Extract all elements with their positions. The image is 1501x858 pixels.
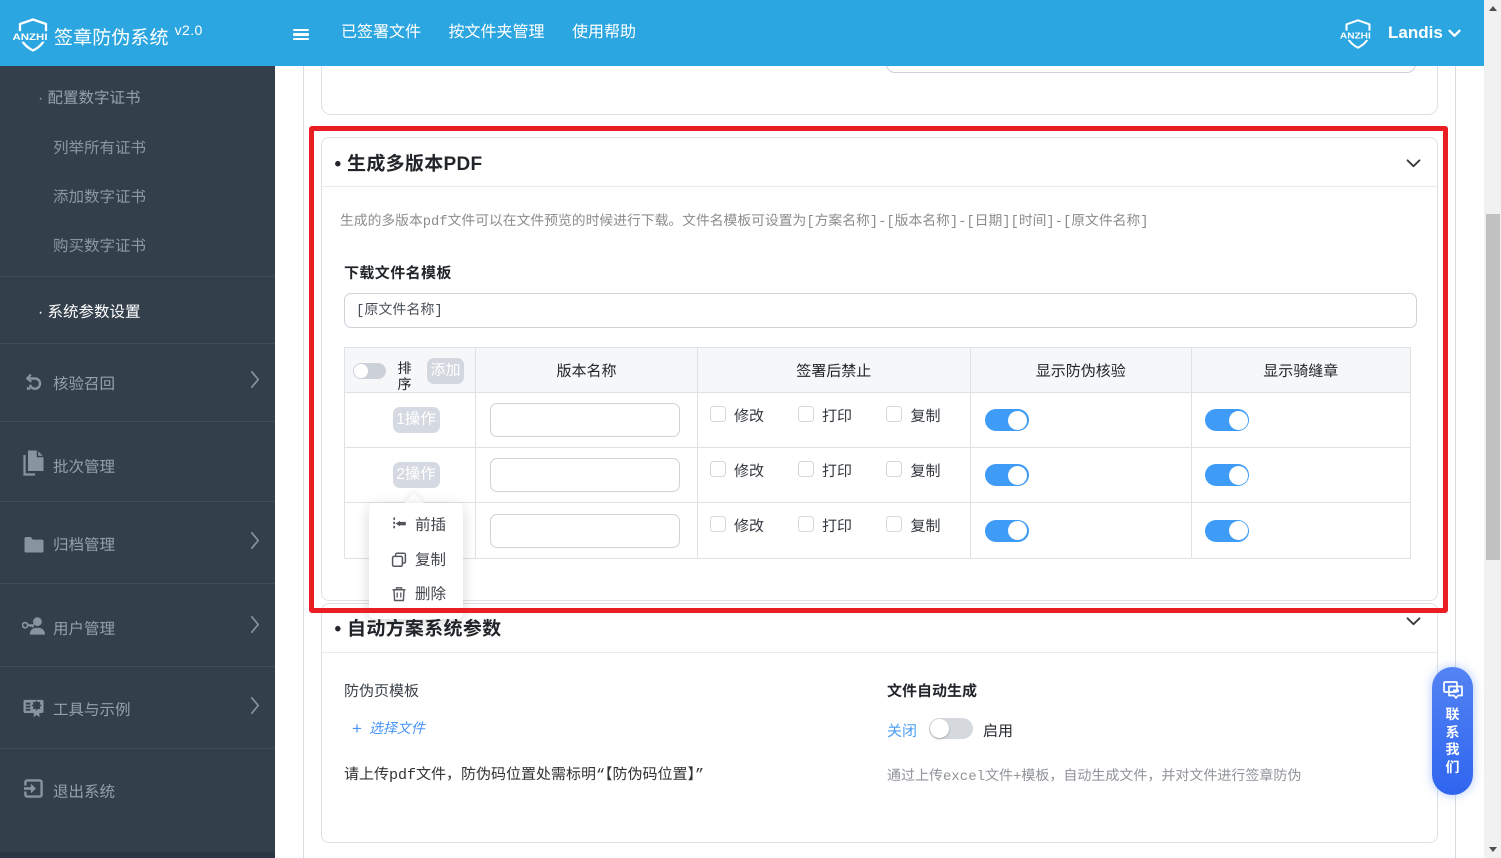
svg-text:ANZHI: ANZHI — [13, 32, 48, 42]
svg-text:ANZHI: ANZHI — [1340, 31, 1371, 40]
